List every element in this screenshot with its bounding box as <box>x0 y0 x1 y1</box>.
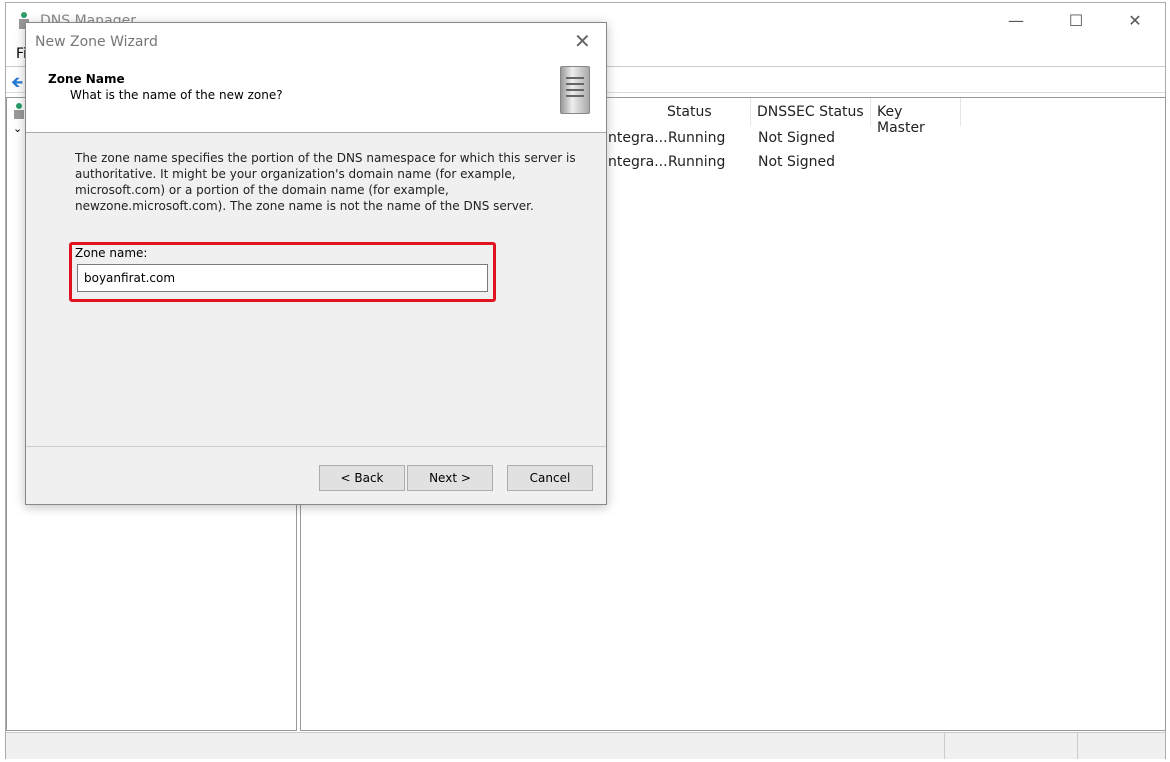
divider <box>26 446 606 447</box>
column-header-dnssec[interactable]: DNSSEC Status <box>751 98 871 126</box>
next-button[interactable]: Next > <box>407 465 493 491</box>
new-zone-wizard-dialog: New Zone Wizard ✕ Zone Name What is the … <box>25 22 607 505</box>
status-divider <box>944 733 945 759</box>
minimize-button[interactable]: — <box>1001 11 1031 33</box>
step-subtitle: What is the name of the new zone? <box>70 88 283 102</box>
maximize-button[interactable]: ☐ <box>1061 11 1091 33</box>
description-text: The zone name specifies the portion of t… <box>75 151 576 213</box>
chevron-down-icon[interactable]: ⌄ <box>13 122 22 135</box>
dialog-title: New Zone Wizard <box>35 34 158 50</box>
server-icon <box>560 66 590 114</box>
cell-status: Running <box>668 154 726 170</box>
zone-name-input[interactable] <box>77 264 488 292</box>
cancel-button[interactable]: Cancel <box>507 465 593 491</box>
cell-dnssec: Not Signed <box>758 154 836 170</box>
back-arrow-icon[interactable]: 🡸 <box>11 72 23 97</box>
cell-dnssec: Not Signed <box>758 130 836 146</box>
back-button[interactable]: < Back <box>319 465 405 491</box>
cell-type: ntegra... <box>608 154 668 170</box>
zone-name-label: Zone name: <box>75 246 148 260</box>
cell-status: Running <box>668 130 726 146</box>
cell-type: ntegra... <box>608 130 668 146</box>
column-header-key-master[interactable]: Key Master <box>871 98 961 136</box>
status-divider <box>1077 733 1078 759</box>
close-icon[interactable]: ✕ <box>574 29 591 53</box>
step-title: Zone Name <box>48 72 125 86</box>
close-button[interactable]: ✕ <box>1120 11 1150 33</box>
column-header-status[interactable]: Status <box>661 98 751 126</box>
dns-server-icon <box>14 103 24 119</box>
wizard-header: New Zone Wizard ✕ Zone Name What is the … <box>26 23 606 133</box>
status-bar <box>6 732 1165 759</box>
